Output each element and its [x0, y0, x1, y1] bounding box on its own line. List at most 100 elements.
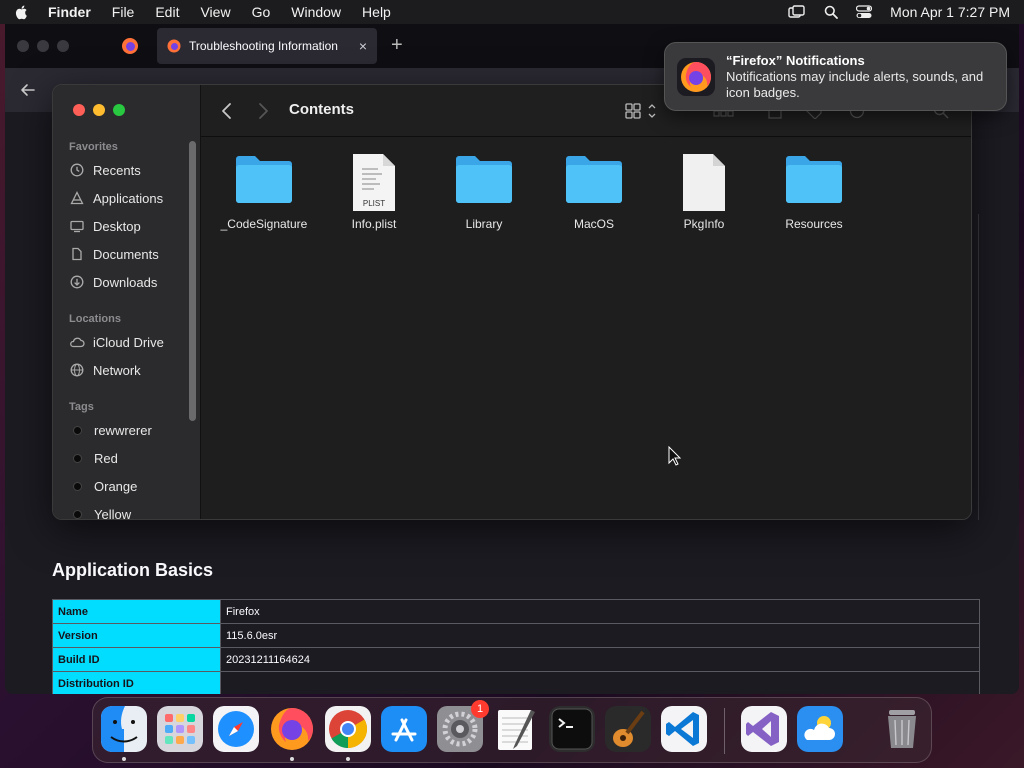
- sidebar-tag-orange[interactable]: Orange: [69, 475, 189, 497]
- cloud-icon: [69, 334, 85, 350]
- sidebar-item-desktop[interactable]: Desktop: [69, 215, 189, 237]
- sidebar-item-icloud-drive[interactable]: iCloud Drive: [69, 331, 189, 353]
- sidebar-item-label: rewwrerer: [94, 422, 152, 438]
- minimize-button[interactable]: [93, 104, 105, 116]
- sidebar-tag-red[interactable]: Red: [69, 447, 189, 469]
- table-row: Version 115.6.0esr: [52, 623, 980, 648]
- sidebar-item-label: Documents: [93, 246, 159, 262]
- sidebar-tag-yellow[interactable]: Yellow: [69, 503, 189, 519]
- firefox-close-dot[interactable]: [17, 40, 29, 52]
- dock: 1: [92, 697, 932, 763]
- apple-menu-icon[interactable]: [14, 4, 30, 20]
- file-name: MacOS: [573, 217, 614, 231]
- menu-clock[interactable]: Mon Apr 1 7:27 PM: [890, 4, 1010, 20]
- close-button[interactable]: [73, 104, 85, 116]
- table-value: 115.6.0esr: [220, 623, 980, 648]
- sidebar-item-network[interactable]: Network: [69, 359, 189, 381]
- menu-edit[interactable]: Edit: [155, 4, 179, 20]
- finder-window-controls: [73, 104, 125, 116]
- sidebar-item-label: Applications: [93, 190, 164, 206]
- file-name: Library: [465, 217, 503, 231]
- finder-window-title: Contents: [289, 101, 354, 118]
- sidebar-item-downloads[interactable]: Downloads: [69, 271, 189, 293]
- menu-view[interactable]: View: [200, 4, 230, 20]
- sidebar-tag-rewwrerer[interactable]: rewwrerer: [69, 419, 189, 441]
- sidebar-item-label: Orange: [94, 478, 138, 494]
- dock-weather-icon[interactable]: [797, 706, 843, 752]
- sidebar-item-recents[interactable]: Recents: [69, 159, 189, 181]
- file-item[interactable]: PLIST Info.plist: [319, 153, 429, 231]
- finder-forward-icon[interactable]: [257, 102, 269, 120]
- firefox-zoom-dot[interactable]: [57, 40, 69, 52]
- running-indicator: [290, 757, 294, 761]
- sidebar-item-applications[interactable]: Applications: [69, 187, 189, 209]
- back-arrow-icon[interactable]: [19, 81, 37, 99]
- menu-help[interactable]: Help: [362, 4, 391, 20]
- table-key: Name: [52, 599, 221, 624]
- applications-icon: [69, 190, 85, 206]
- dock-firefox-icon[interactable]: [269, 706, 315, 752]
- document-icon: [69, 246, 85, 262]
- finder-sidebar: Favorites Recents Applications Desktop D…: [53, 85, 201, 519]
- dock-garageband-icon[interactable]: [605, 706, 651, 752]
- sidebar-scrollbar[interactable]: [189, 141, 196, 421]
- table-value: [220, 671, 980, 694]
- dock-app-store-icon[interactable]: [381, 706, 427, 752]
- desktop-icon: [69, 218, 85, 234]
- folder-icon: [236, 156, 292, 203]
- tag-dot-icon: [73, 453, 82, 463]
- control-center-icon[interactable]: [856, 5, 873, 19]
- notification-title: “Firefox” Notifications: [726, 53, 865, 68]
- dock-finder-icon[interactable]: [101, 706, 147, 752]
- clock-icon: [69, 162, 85, 178]
- tab-troubleshooting[interactable]: Troubleshooting Information ×: [157, 28, 377, 64]
- dock-terminal-icon[interactable]: [549, 706, 595, 752]
- plist-file-icon: PLIST: [353, 154, 395, 211]
- plist-badge: PLIST: [363, 199, 385, 208]
- sidebar-item-documents[interactable]: Documents: [69, 243, 189, 265]
- file-item[interactable]: Resources: [759, 153, 869, 231]
- table-row: Build ID 20231211164624: [52, 647, 980, 672]
- download-icon: [69, 274, 85, 290]
- firefox-pinned-tab-icon[interactable]: [121, 37, 139, 55]
- dock-vscode-icon[interactable]: [661, 706, 707, 752]
- dock-system-settings[interactable]: 1: [437, 700, 489, 752]
- dock-chrome-icon[interactable]: [325, 706, 371, 752]
- tab-close-icon[interactable]: ×: [359, 38, 367, 54]
- folder-icon: [566, 156, 622, 203]
- screen-mirroring-icon[interactable]: [788, 5, 806, 19]
- firefox-minimize-dot[interactable]: [37, 40, 49, 52]
- menu-bar: Finder File Edit View Go Window Help Mon…: [0, 0, 1024, 24]
- finder-window: Favorites Recents Applications Desktop D…: [52, 84, 972, 520]
- sidebar-header-locations: Locations: [69, 313, 121, 325]
- table-key: Distribution ID: [52, 671, 221, 694]
- table-row: Distribution ID: [52, 671, 980, 694]
- sidebar-header-tags: Tags: [69, 401, 94, 413]
- finder-back-icon[interactable]: [221, 102, 233, 120]
- file-item[interactable]: PkgInfo: [649, 153, 759, 231]
- table-key: Version: [52, 623, 221, 648]
- globe-icon: [69, 362, 85, 378]
- file-name: PkgInfo: [683, 217, 725, 231]
- menu-file[interactable]: File: [112, 4, 135, 20]
- dock-safari-icon[interactable]: [213, 706, 259, 752]
- mouse-pointer-icon: [668, 446, 682, 466]
- firefox-notification-banner[interactable]: “Firefox” Notifications Notifications ma…: [664, 42, 1007, 111]
- menu-window[interactable]: Window: [291, 4, 341, 20]
- dock-trash-icon[interactable]: [879, 706, 925, 752]
- file-item[interactable]: _CodeSignature: [209, 153, 319, 231]
- finder-file-grid: _CodeSignature PLIST Info.plist Library …: [201, 137, 971, 519]
- file-item[interactable]: Library: [429, 153, 539, 231]
- sidebar-item-label: Network: [93, 362, 141, 378]
- menu-app-finder[interactable]: Finder: [48, 4, 91, 20]
- dock-textedit-icon[interactable]: [493, 706, 539, 752]
- dock-launchpad-icon[interactable]: [157, 706, 203, 752]
- spotlight-search-icon[interactable]: [824, 5, 839, 19]
- dock-visual-studio-icon[interactable]: [741, 706, 787, 752]
- icon-view-grid-icon[interactable]: [625, 102, 659, 120]
- file-item[interactable]: MacOS: [539, 153, 649, 231]
- notification-badge: 1: [471, 700, 489, 718]
- zoom-button[interactable]: [113, 104, 125, 116]
- new-tab-button[interactable]: +: [391, 34, 403, 57]
- menu-go[interactable]: Go: [252, 4, 271, 20]
